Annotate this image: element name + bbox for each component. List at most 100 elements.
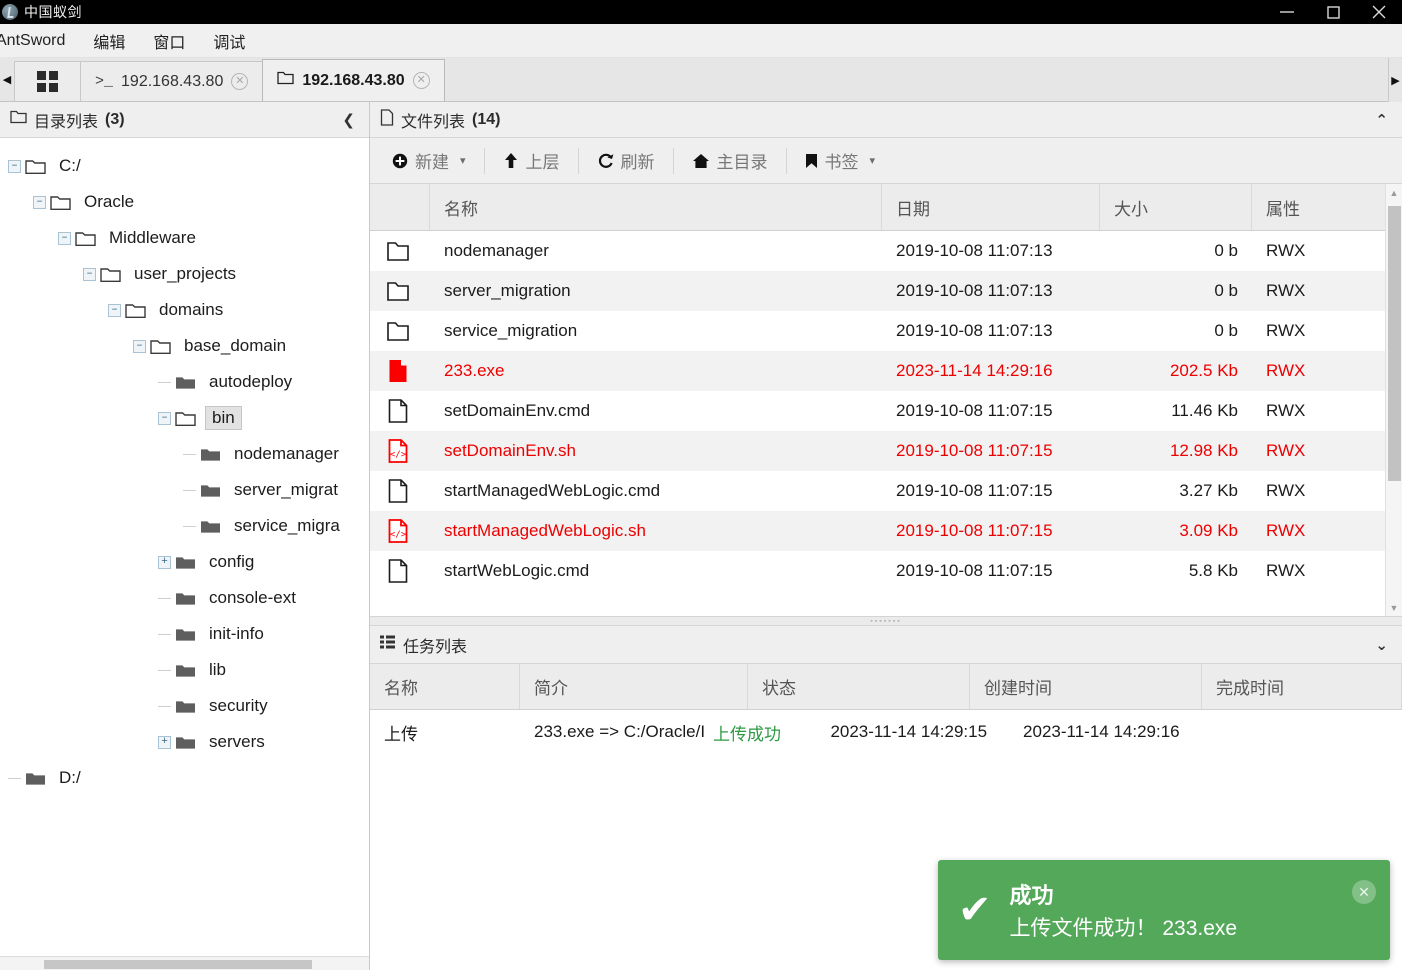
- tree-node-label: C:/: [59, 156, 81, 175]
- tree-node-label: lib: [209, 660, 227, 679]
- file-table: 名称 日期 大小 属性 nodemanager 2019-10-08 11:07:…: [370, 184, 1402, 616]
- chevron-down-icon[interactable]: ▾: [460, 154, 466, 167]
- toolbar-button-0[interactable]: 新建 ▾: [378, 144, 480, 177]
- column-header-name[interactable]: 名称: [430, 184, 882, 230]
- file-row[interactable]: nodemanager 2019-10-08 11:07:13 0 b RWX: [370, 231, 1402, 271]
- triangle-up-icon[interactable]: ▲: [1386, 184, 1402, 201]
- collapse-toggle-icon[interactable]: –: [8, 159, 21, 173]
- task-table-body[interactable]: 上传 233.exe => C:/Oracle/I 上传成功 2023-11-14 1…: [370, 710, 1402, 754]
- collapse-toggle-icon[interactable]: –: [108, 303, 121, 317]
- toast-close-icon[interactable]: ✕: [1352, 880, 1376, 904]
- file-size: 0 b: [1214, 321, 1238, 340]
- tree-node[interactable]: init-info: [0, 616, 369, 652]
- tab-0[interactable]: >_ 192.168.43.80 ✕: [80, 61, 264, 101]
- menu-item-1[interactable]: 编辑: [80, 26, 138, 56]
- horizontal-splitter[interactable]: ▪▪▪▪▪▪▪: [370, 616, 1402, 626]
- directory-tree[interactable]: – C:/ – Oracle – Middleware – user_projects – dom…: [0, 138, 369, 956]
- tree-node[interactable]: security: [0, 688, 369, 724]
- collapse-toggle-icon[interactable]: –: [83, 267, 96, 281]
- tree-node[interactable]: – user_projects: [0, 256, 369, 292]
- sidebar-horizontal-scrollbar[interactable]: [0, 956, 369, 970]
- toolbar-button-4[interactable]: 书签 ▾: [791, 144, 890, 177]
- code-file-icon: </>: [370, 438, 430, 464]
- menu-item-0[interactable]: AntSword: [0, 29, 78, 53]
- column-header-date[interactable]: 日期: [882, 184, 1100, 230]
- task-column-desc[interactable]: 简介: [520, 664, 748, 709]
- tab-label: 192.168.43.80: [302, 71, 405, 89]
- collapse-toggle-icon[interactable]: –: [133, 339, 146, 353]
- collapse-toggle-icon[interactable]: –: [58, 231, 71, 245]
- file-row[interactable]: startManagedWebLogic.cmd 2019-10-08 11:07…: [370, 471, 1402, 511]
- scrollbar-thumb[interactable]: [1388, 206, 1401, 481]
- collapse-toggle-icon[interactable]: –: [33, 195, 46, 209]
- tree-node-label: Oracle: [84, 192, 135, 211]
- tree-node[interactable]: – base_domain: [0, 328, 369, 364]
- tree-node[interactable]: – Middleware: [0, 220, 369, 256]
- close-icon[interactable]: [1356, 0, 1402, 24]
- tree-node[interactable]: – bin: [0, 400, 369, 436]
- tree-node[interactable]: autodeploy: [0, 364, 369, 400]
- tree-node[interactable]: nodemanager: [0, 436, 369, 472]
- tree-node[interactable]: – C:/: [0, 148, 369, 184]
- directory-sidebar: 目录列表 (3) ❮ – C:/ – Oracle – Middleware – user_p…: [0, 102, 370, 970]
- tree-node[interactable]: lib: [0, 652, 369, 688]
- column-header-attr[interactable]: 属性: [1252, 184, 1402, 230]
- menu-item-2[interactable]: 窗口: [140, 26, 198, 56]
- tab-scroll-left-icon[interactable]: ◀: [0, 57, 14, 101]
- file-list-collapse-icon[interactable]: ⌃: [1371, 111, 1392, 129]
- column-header-icon[interactable]: [370, 184, 430, 230]
- task-column-created[interactable]: 创建时间: [970, 664, 1202, 709]
- chevron-down-icon[interactable]: ▾: [870, 154, 876, 167]
- task-row[interactable]: 上传 233.exe => C:/Oracle/I 上传成功 2023-11-14 1…: [370, 710, 1402, 754]
- toast-message: 上传文件成功！ 233.exe: [1009, 917, 1238, 940]
- tab-scroll-right-icon[interactable]: ▶: [1388, 58, 1402, 102]
- tree-node[interactable]: – domains: [0, 292, 369, 328]
- file-date: 2019-10-08 11:07:13: [896, 281, 1053, 300]
- tab-strip: >_ 192.168.43.80 ✕ 192.168.43.80 ✕: [14, 57, 1402, 101]
- tree-node[interactable]: + config: [0, 544, 369, 580]
- file-name: startManagedWebLogic.cmd: [444, 481, 661, 500]
- triangle-down-icon[interactable]: ▼: [1386, 599, 1402, 616]
- minimize-icon[interactable]: [1264, 0, 1310, 24]
- collapse-toggle-icon[interactable]: –: [158, 411, 171, 425]
- sidebar-collapse-icon[interactable]: ❮: [338, 111, 359, 129]
- toolbar-button-1[interactable]: 上层: [489, 144, 574, 177]
- file-row[interactable]: server_migration 2019-10-08 11:07:13 0 b RW…: [370, 271, 1402, 311]
- folder-icon: [370, 238, 430, 264]
- tree-node[interactable]: + servers: [0, 724, 369, 760]
- file-row[interactable]: setDomainEnv.cmd 2019-10-08 11:07:15 11.46…: [370, 391, 1402, 431]
- task-column-finished[interactable]: 完成时间: [1202, 664, 1402, 709]
- tree-node[interactable]: service_migra: [0, 508, 369, 544]
- menu-item-3[interactable]: 调试: [200, 26, 258, 56]
- task-column-name[interactable]: 名称: [370, 664, 520, 709]
- directory-count: (3): [105, 110, 125, 128]
- file-row[interactable]: </> setDomainEnv.sh 2019-10-08 11:07:15 12.…: [370, 431, 1402, 471]
- file-attr: RWX: [1266, 321, 1306, 340]
- file-row[interactable]: startWebLogic.cmd 2019-10-08 11:07:15 5.8 …: [370, 551, 1402, 591]
- task-list-collapse-icon[interactable]: ⌄: [1371, 636, 1392, 654]
- tree-node[interactable]: – Oracle: [0, 184, 369, 220]
- toolbar-button-3[interactable]: 主目录: [678, 144, 782, 177]
- tab-home[interactable]: [14, 61, 81, 101]
- file-table-body[interactable]: nodemanager 2019-10-08 11:07:13 0 b RWX serv…: [370, 231, 1402, 616]
- tab-close-icon[interactable]: ✕: [231, 73, 249, 90]
- expand-toggle-icon[interactable]: +: [158, 735, 171, 749]
- tab-1[interactable]: 192.168.43.80 ✕: [262, 59, 445, 101]
- expand-toggle-icon[interactable]: +: [158, 555, 171, 569]
- file-row[interactable]: service_migration 2019-10-08 11:07:13 0 b R…: [370, 311, 1402, 351]
- toolbar-button-2[interactable]: 刷新: [583, 144, 669, 177]
- scrollbar-thumb[interactable]: [44, 960, 312, 969]
- file-list-toolbar: 新建 ▾ 上层 刷新 主目录 书签 ▾: [370, 138, 1402, 184]
- maximize-icon[interactable]: [1310, 0, 1356, 24]
- file-row[interactable]: 233.exe 2023-11-14 14:29:16 202.5 Kb RWX: [370, 351, 1402, 391]
- tree-node[interactable]: server_migrat: [0, 472, 369, 508]
- file-list-scrollbar[interactable]: ▲ ▼: [1385, 184, 1402, 616]
- file-name: service_migration: [444, 321, 578, 340]
- tree-node[interactable]: console-ext: [0, 580, 369, 616]
- tab-close-icon[interactable]: ✕: [412, 72, 430, 89]
- file-row[interactable]: </> startManagedWebLogic.sh 2019-10-08 11:…: [370, 511, 1402, 551]
- column-header-size[interactable]: 大小: [1100, 184, 1252, 230]
- task-column-state[interactable]: 状态: [748, 664, 970, 709]
- toolbar-separator: [785, 147, 787, 174]
- tree-node[interactable]: D:/: [0, 760, 369, 796]
